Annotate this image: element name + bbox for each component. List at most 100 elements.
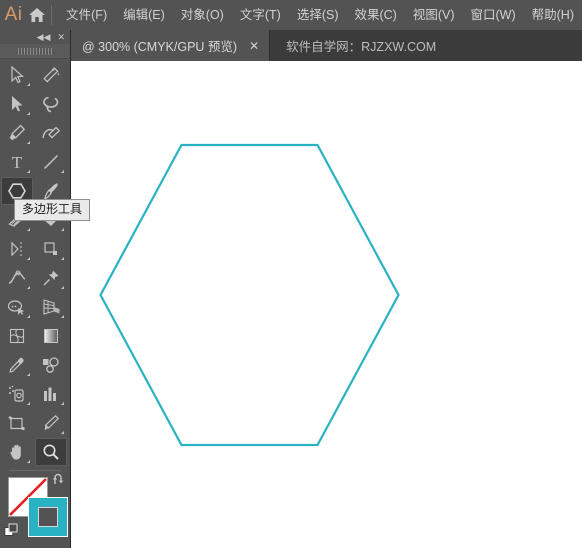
- curvature-tool-icon: [42, 126, 61, 139]
- tool-column-graph[interactable]: [35, 380, 67, 408]
- tool-flyout-corner-icon: [61, 431, 64, 434]
- menu-item-list: 文件(F) 编辑(E) 对象(O) 文字(T) 选择(S) 效果(C) 视图(V…: [58, 3, 582, 27]
- tool-flyout-corner-icon: [61, 402, 64, 405]
- rotate-tool-icon: [11, 241, 22, 257]
- tool-grid: T: [0, 59, 70, 467]
- artboard-tool-icon: [8, 416, 25, 430]
- menu-item-window[interactable]: 窗口(W): [463, 3, 524, 27]
- shape-builder-tool-icon: [7, 300, 25, 315]
- magic-wand-tool-icon: [43, 67, 60, 83]
- tool-shape-builder[interactable]: [1, 293, 33, 321]
- tool-flyout-corner-icon: [27, 286, 30, 289]
- tool-hand[interactable]: [1, 438, 33, 466]
- menu-item-file[interactable]: 文件(F): [58, 3, 115, 27]
- tool-flyout-corner-icon: [27, 170, 30, 173]
- canvas-svg: [99, 143, 400, 447]
- direct-selection-tool-icon: [12, 96, 23, 112]
- stroke-swatch[interactable]: [28, 497, 68, 537]
- tool-flyout-corner-icon: [27, 315, 30, 318]
- paintbrush-tool-icon: [44, 183, 58, 200]
- document-tab-inactive[interactable]: 软件自学网：RJZXW.COM: [270, 30, 447, 61]
- tool-magic-wand[interactable]: [35, 61, 67, 89]
- menu-item-help[interactable]: 帮助(H): [524, 3, 582, 27]
- collapse-icon[interactable]: ◀◀: [37, 32, 51, 42]
- tool-pen[interactable]: [1, 119, 33, 147]
- document-tab-bar: @ 300% (CMYK/GPU 预览) ✕ 软件自学网：RJZXW.COM: [70, 30, 582, 61]
- menu-item-edit[interactable]: 编辑(E): [115, 3, 173, 27]
- tool-direct-selection[interactable]: [1, 90, 33, 118]
- tab-label: 软件自学网：RJZXW.COM: [286, 40, 437, 54]
- close-icon[interactable]: ✕: [249, 40, 259, 52]
- fill-stroke-controls: [0, 471, 70, 548]
- tool-curvature[interactable]: [35, 119, 67, 147]
- swap-fill-stroke-icon[interactable]: [52, 473, 66, 492]
- zoom-tool-icon: [43, 444, 59, 460]
- gradient-tool-icon: [44, 329, 58, 343]
- tool-mesh[interactable]: [1, 322, 33, 350]
- hexagon-path: [99, 143, 400, 447]
- tool-zoom[interactable]: [35, 438, 67, 466]
- default-fill-stroke-icon[interactable]: [4, 523, 19, 543]
- width-tool-icon: [8, 270, 26, 284]
- menu-divider: [51, 5, 53, 25]
- free-transform-tool-icon: [43, 270, 59, 286]
- grip-icon: [18, 47, 52, 55]
- polygon-tool-icon: [8, 183, 26, 199]
- tool-eyedropper[interactable]: [1, 351, 33, 379]
- tool-selection[interactable]: [1, 61, 33, 89]
- pen-tool-icon: [9, 124, 26, 141]
- type-tool-icon: T: [12, 153, 23, 171]
- tool-rotate[interactable]: [1, 235, 33, 263]
- tool-flyout-corner-icon: [61, 315, 64, 318]
- tool-tooltip: 多边形工具: [14, 199, 91, 221]
- tool-scale[interactable]: [35, 235, 67, 263]
- tool-perspective-grid[interactable]: [35, 293, 67, 321]
- tool-width[interactable]: [1, 264, 33, 292]
- tools-panel: ◀◀ ✕ T: [0, 30, 71, 548]
- tool-type[interactable]: T: [1, 148, 33, 176]
- tool-line-segment[interactable]: [35, 148, 67, 176]
- line-segment-tool-icon: [43, 154, 59, 170]
- tool-artboard[interactable]: [1, 409, 33, 437]
- tool-flyout-corner-icon: [61, 228, 64, 231]
- eyedropper-tool-icon: [9, 357, 24, 373]
- slice-tool-icon: [44, 414, 60, 431]
- document-tab-active[interactable]: @ 300% (CMYK/GPU 预览) ✕: [70, 30, 271, 61]
- tool-free-transform[interactable]: [35, 264, 67, 292]
- scale-tool-icon: [44, 242, 57, 255]
- symbol-sprayer-tool-icon: [9, 385, 24, 402]
- tool-flyout-corner-icon: [27, 228, 30, 231]
- tool-flyout-corner-icon: [27, 460, 30, 463]
- tool-flyout-corner-icon: [61, 286, 64, 289]
- tool-flyout-corner-icon: [27, 141, 30, 144]
- menu-bar: Ai 文件(F) 编辑(E) 对象(O) 文字(T) 选择(S) 效果(C) 视…: [0, 0, 582, 30]
- tool-flyout-corner-icon: [27, 257, 30, 260]
- tool-gradient[interactable]: [35, 322, 67, 350]
- selection-tool-icon: [11, 66, 24, 84]
- lasso-tool-icon: [43, 96, 59, 113]
- stroke-swatch-inner: [38, 507, 58, 527]
- column-graph-tool-icon: [44, 387, 56, 401]
- menu-item-select[interactable]: 选择(S): [289, 3, 347, 27]
- menu-item-view[interactable]: 视图(V): [405, 3, 463, 27]
- menu-item-effect[interactable]: 效果(C): [346, 3, 404, 27]
- tool-slice[interactable]: [35, 409, 67, 437]
- mesh-tool-icon: [9, 328, 25, 344]
- tab-label: @ 300% (CMYK/GPU 预览): [82, 40, 238, 54]
- menu-item-object[interactable]: 对象(O): [173, 3, 232, 27]
- illustrator-window: Ai 文件(F) 编辑(E) 对象(O) 文字(T) 选择(S) 效果(C) 视…: [0, 0, 582, 548]
- close-icon[interactable]: ✕: [57, 32, 65, 42]
- tool-flyout-corner-icon: [27, 83, 30, 86]
- tool-lasso[interactable]: [35, 90, 67, 118]
- home-icon[interactable]: [27, 7, 47, 23]
- tool-blend[interactable]: [35, 351, 67, 379]
- tool-flyout-corner-icon: [27, 112, 30, 115]
- tool-flyout-corner-icon: [27, 373, 30, 376]
- artboard-canvas[interactable]: [71, 61, 582, 548]
- tool-symbol-sprayer[interactable]: [1, 380, 33, 408]
- perspective-grid-tool-icon: [43, 299, 60, 315]
- hand-tool-icon: [10, 444, 21, 460]
- panel-drag-handle[interactable]: [0, 44, 70, 59]
- app-logo: Ai: [4, 4, 23, 25]
- menu-item-type[interactable]: 文字(T): [232, 3, 289, 27]
